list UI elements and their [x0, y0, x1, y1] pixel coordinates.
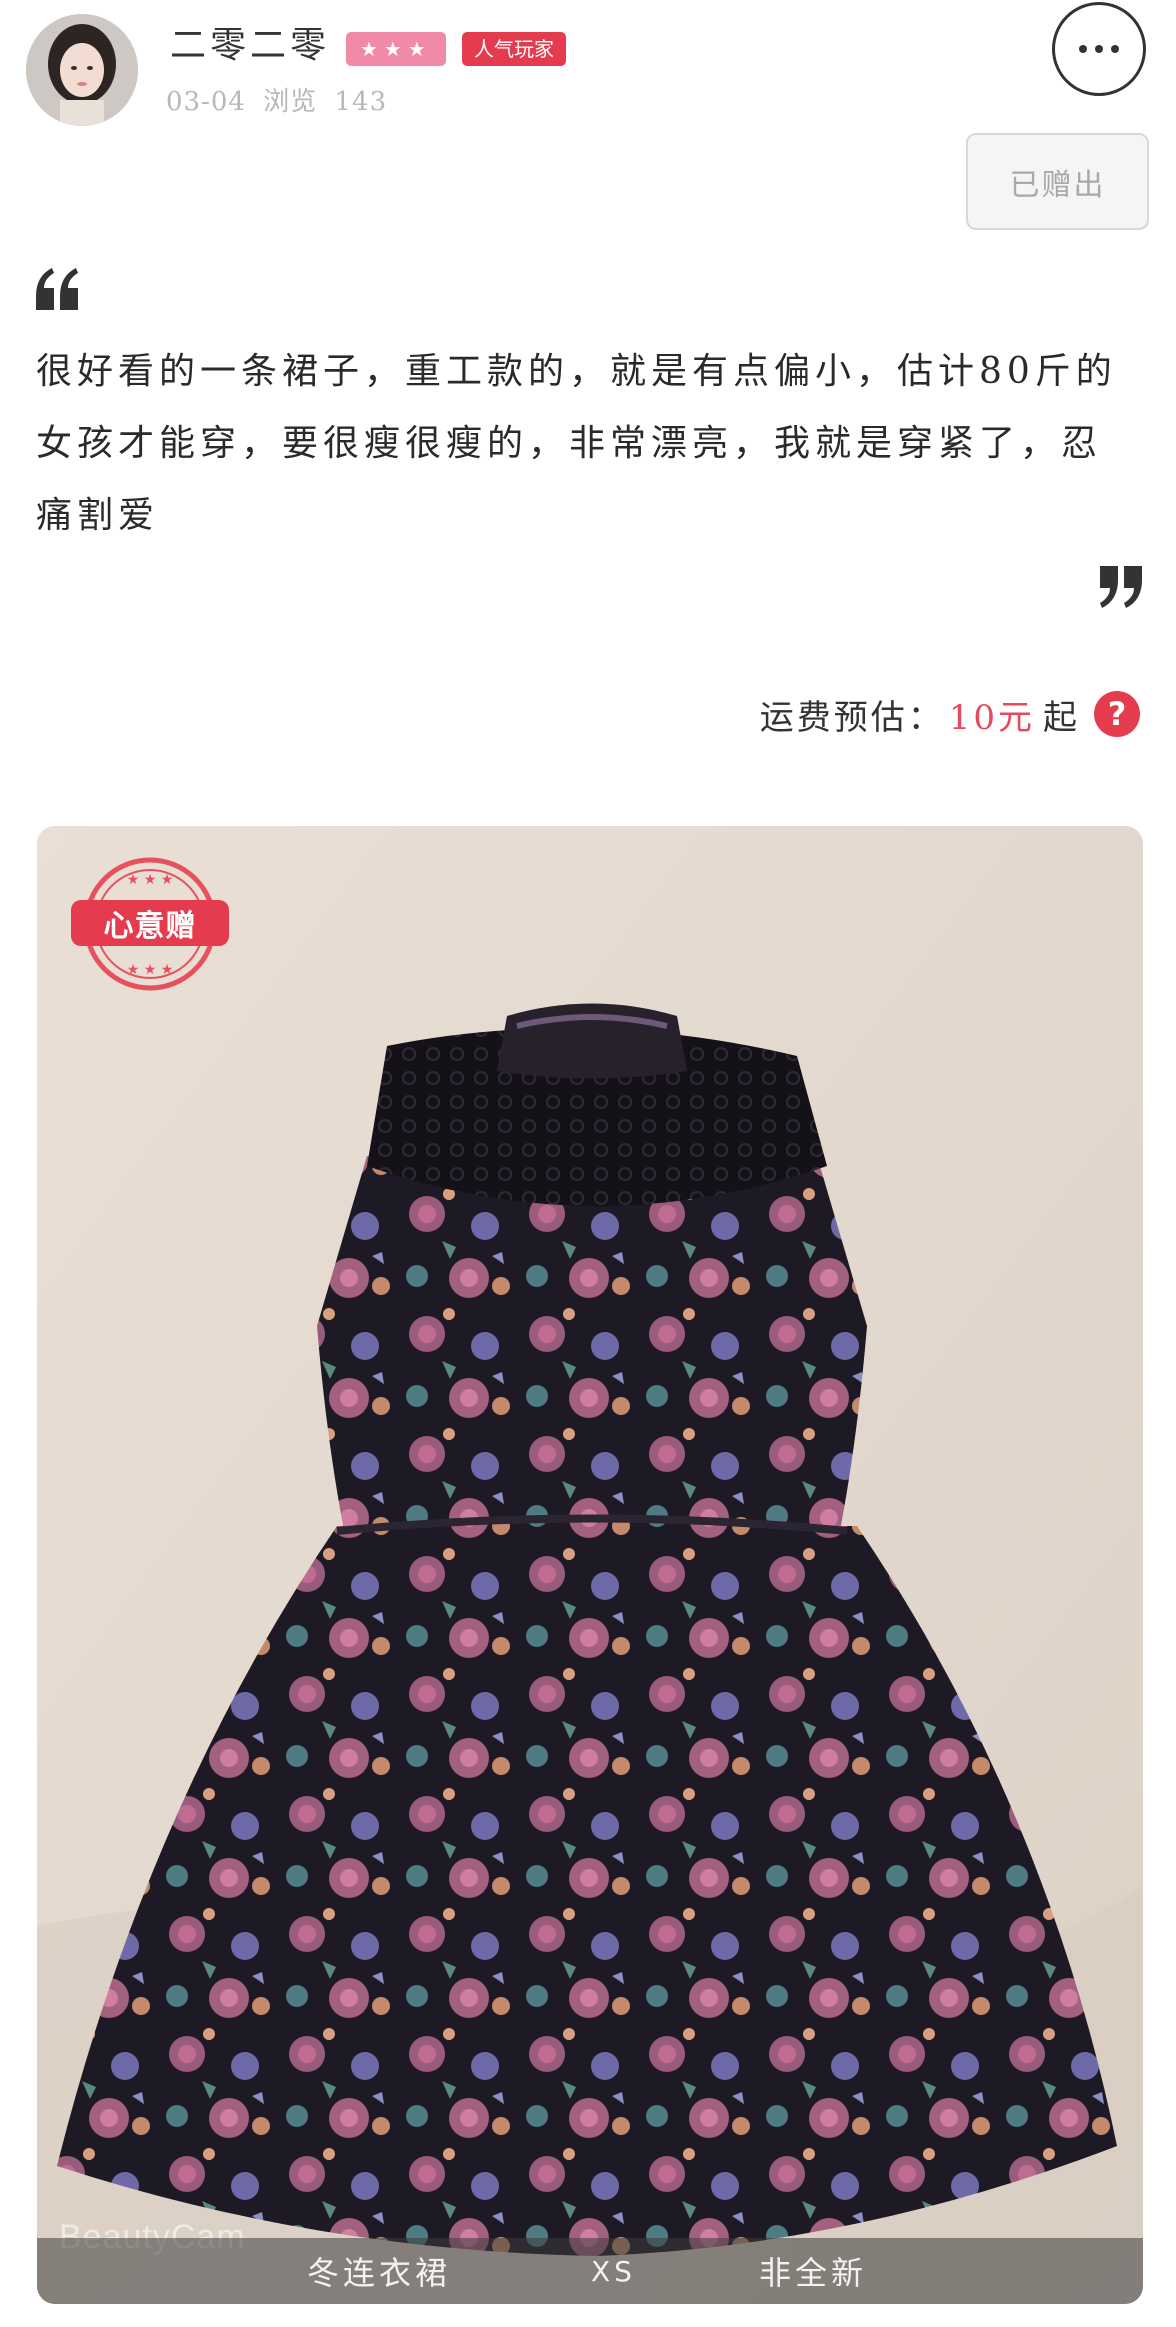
svg-text:★ ★ ★: ★ ★ ★ — [127, 962, 174, 978]
given-away-button[interactable]: 已赠出 — [966, 133, 1149, 230]
tag-category: 冬连衣裙 — [307, 2254, 452, 2292]
user-avatar[interactable] — [26, 14, 138, 126]
shipping-label: 运费预估： — [759, 697, 945, 738]
dress-image — [37, 826, 1143, 2304]
tag-condition: 非全新 — [759, 2254, 868, 2292]
tag-size: XS — [591, 2254, 636, 2288]
avatar-image — [26, 14, 138, 126]
product-photo[interactable]: ★ ★ ★ ★ ★ ★ 心意赠 BeautyCam 冬连衣裙 XS 非全新 — [37, 826, 1143, 2304]
post-description: 很好看的一条裙子，重工款的，就是有点偏小，估计80斤的女孩才能穿，要很瘦很瘦的，… — [36, 351, 1117, 536]
gift-stamp: ★ ★ ★ ★ ★ ★ 心意赠 — [67, 854, 233, 994]
views-label: 浏览 — [263, 87, 318, 117]
ellipsis-icon — [1079, 45, 1119, 53]
shipping-price: 10元 — [948, 697, 1035, 738]
stamp-label: 心意赠 — [103, 909, 197, 944]
username[interactable]: 二零二零 — [170, 22, 330, 70]
quote-open-icon — [36, 268, 78, 310]
svg-text:★ ★ ★: ★ ★ ★ — [127, 872, 174, 888]
views-count: 143 — [334, 87, 388, 117]
level-stars-badge: ★★★ — [346, 32, 446, 66]
shipping-estimate: 运费预估： 10元 起 ? — [760, 684, 1140, 744]
product-tags-bar: 冬连衣裙 XS 非全新 — [37, 2238, 1143, 2304]
post-meta: 03-04 浏览 143 — [166, 84, 387, 120]
help-icon[interactable]: ? — [1094, 691, 1140, 737]
post-date: 03-04 — [166, 87, 246, 117]
popular-player-badge: 人气玩家 — [462, 32, 566, 66]
shipping-suffix: 起 — [1043, 697, 1080, 738]
quote-close-icon — [1100, 566, 1142, 608]
more-options-button[interactable] — [1052, 2, 1146, 96]
